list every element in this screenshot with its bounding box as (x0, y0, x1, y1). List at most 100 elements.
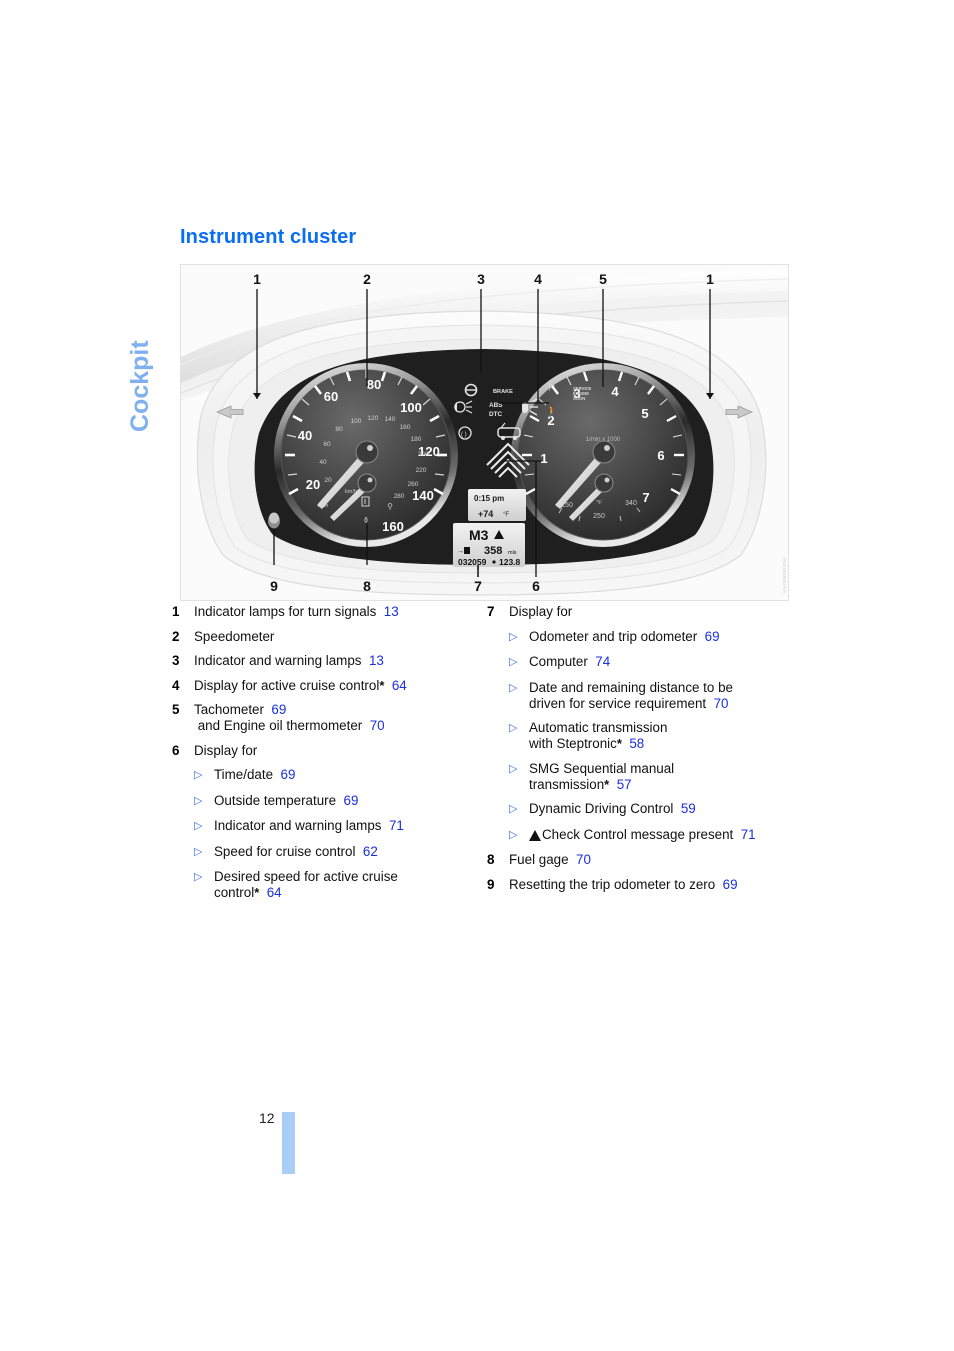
callout-7: 7 (474, 578, 482, 594)
legend-subitem: ▷ Indicator and warning lamps 71 (172, 818, 482, 835)
legend-item-1: 1 Indicator lamps for turn signals 13 (172, 604, 482, 620)
triangle-bullet-icon: ▷ (194, 845, 203, 858)
page-reference[interactable]: 59 (681, 801, 696, 816)
legend-text: Tachometer 69 and Engine oil thermometer… (194, 702, 385, 733)
svg-text:0:15 pm: 0:15 pm (474, 494, 504, 503)
svg-text:20: 20 (324, 477, 332, 484)
legend-subtext: SMG Sequential manual transmission* 57 (529, 760, 675, 792)
legend-subitem: ▷ Automatic transmission with Steptronic*… (487, 720, 812, 752)
legend-item-3: 3 Indicator and warning lamps 13 (172, 653, 482, 669)
legend-subitem: ▷ Check Control message present 71 (487, 827, 812, 844)
legend-number: 7 (487, 604, 495, 619)
legend-text: Indicator lamps for turn signals 13 (194, 604, 399, 619)
callout-6: 6 (532, 578, 540, 594)
instrument-cluster-figure: 20 40 60 80 100 120 140 160 20 40 60 80 … (180, 264, 789, 601)
svg-text:180: 180 (411, 436, 422, 443)
triangle-bullet-icon: ▷ (194, 769, 203, 781)
figure-credit: VKG784B0UA/A (782, 557, 787, 594)
legend-subitem: ▷ Date and remaining distance to be drive… (487, 680, 812, 712)
manual-page: Cockpit Instrument cluster 20 40 60 80 1… (0, 0, 954, 1351)
page-reference[interactable]: 69 (281, 767, 296, 782)
triangle-bullet-icon: ▷ (509, 762, 518, 775)
svg-text:80: 80 (367, 377, 381, 392)
page-reference[interactable]: 69 (344, 793, 359, 808)
page-reference[interactable]: 71 (389, 818, 404, 833)
page-reference[interactable]: 62 (363, 844, 378, 859)
page-reference[interactable]: 70 (370, 718, 385, 733)
triangle-bullet-icon: ▷ (509, 828, 518, 841)
page-reference[interactable]: 64 (267, 885, 282, 900)
triangle-bullet-icon: ▷ (194, 871, 203, 883)
legend-subtext: Check Control message present 71 (529, 827, 812, 843)
page-reference[interactable]: 74 (595, 654, 610, 669)
legend-subtext: Desired speed for active cruise control* … (214, 869, 398, 900)
svg-text:250: 250 (593, 513, 605, 520)
svg-text:→: → (457, 548, 464, 555)
legend-subtext: Computer 74 (529, 654, 611, 669)
legend-number: 8 (487, 852, 495, 867)
legend-subitem: ▷ Dynamic Driving Control 59 (487, 801, 812, 818)
legend-subitem: ▷ Time/date 69 (172, 767, 482, 784)
page-reference[interactable]: 70 (576, 852, 591, 867)
page-reference[interactable]: 13 (384, 604, 399, 619)
page-reference[interactable]: 69 (723, 877, 738, 892)
chapter-tab: Cockpit (126, 340, 154, 432)
legend-subitem: ▷ Outside temperature 69 (172, 793, 482, 810)
svg-text:20: 20 (306, 477, 320, 492)
svg-text:280: 280 (394, 493, 405, 500)
legend-column-left: 1 Indicator lamps for turn signals 13 2 … (172, 604, 482, 910)
svg-text:DTC: DTC (489, 411, 503, 418)
warning-triangle-icon (529, 829, 541, 841)
svg-text:60: 60 (324, 389, 338, 404)
legend-item-8: 8 Fuel gage 70 (487, 852, 812, 868)
svg-text:6: 6 (657, 448, 664, 463)
callout-1-right: 1 (706, 271, 714, 287)
page-reference[interactable]: 58 (629, 736, 644, 751)
page-number-bar (282, 1112, 295, 1174)
page-reference[interactable]: 69 (705, 629, 720, 644)
optional-equipment-asterisk: * (604, 776, 610, 792)
optional-equipment-asterisk: * (379, 677, 385, 693)
page-reference[interactable]: 70 (714, 696, 729, 711)
triangle-bullet-icon: ▷ (509, 630, 518, 643)
legend-subtext: Odometer and trip odometer 69 (529, 628, 720, 644)
callout-9: 9 (270, 578, 278, 594)
page-reference[interactable]: 13 (369, 653, 384, 668)
legend-item-5: 5 Tachometer 69 and Engine oil thermomet… (172, 702, 482, 734)
svg-text:🚶: 🚶 (545, 405, 559, 418)
svg-text:( ): ( ) (461, 432, 467, 438)
legend-text: Display for (509, 604, 573, 619)
legend-number: 3 (172, 653, 180, 668)
legend-number: 6 (172, 742, 180, 758)
legend-item-2: 2 Speedometer (172, 629, 482, 645)
legend-number: 1 (172, 604, 180, 619)
svg-text:120: 120 (368, 415, 379, 422)
callout-8: 8 (363, 578, 371, 594)
legend-item-9: 9 Resetting the trip odometer to zero 69 (487, 877, 812, 893)
page-reference[interactable]: 71 (741, 827, 756, 842)
page-number: 12 (259, 1110, 275, 1126)
page-reference[interactable]: 64 (392, 678, 407, 693)
legend-subtext: Automatic transmission with Steptronic* 5… (529, 720, 668, 751)
page-reference[interactable]: 69 (271, 702, 286, 717)
legend-subtext: Time/date 69 (214, 767, 296, 782)
legend-item-6: 6 Display for (172, 743, 482, 759)
legend-text: Display for active cruise control* 64 (194, 677, 407, 693)
svg-text:5: 5 (641, 406, 648, 421)
svg-text:1: 1 (540, 451, 547, 466)
page-reference[interactable]: 57 (617, 777, 632, 792)
legend-subtext: Outside temperature 69 (214, 792, 359, 808)
triangle-bullet-icon: ▷ (509, 681, 518, 694)
instrument-cluster-illustration: 20 40 60 80 100 120 140 160 20 40 60 80 … (181, 265, 788, 600)
svg-text:M3: M3 (469, 527, 489, 543)
svg-text:340: 340 (625, 500, 637, 507)
legend-text: Resetting the trip odometer to zero 69 (509, 876, 738, 892)
svg-text:200: 200 (418, 451, 429, 458)
svg-text:60: 60 (323, 441, 331, 448)
legend-number: 5 (172, 702, 180, 717)
svg-text:SOON: SOON (573, 396, 585, 401)
svg-text:7: 7 (642, 490, 649, 505)
triangle-bullet-icon: ▷ (509, 803, 518, 815)
legend-text: Speedometer (194, 628, 275, 644)
speedometer-dial: 20 40 60 80 100 120 140 160 20 40 60 80 … (274, 363, 458, 547)
